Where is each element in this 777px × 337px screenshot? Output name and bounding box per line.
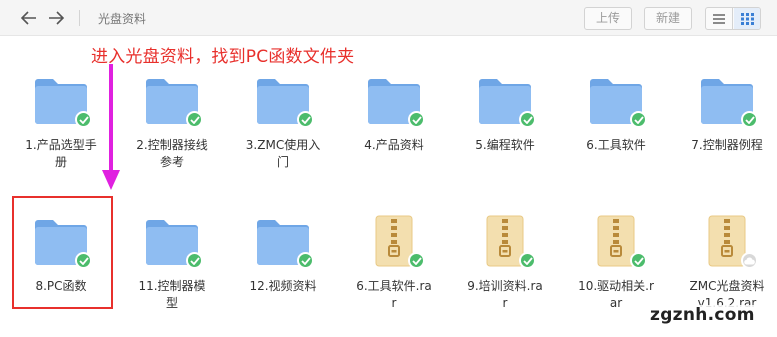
folder-item[interactable]: 5.编程软件 [460,74,550,154]
item-label: 7.控制器例程 [691,138,763,152]
highlight-box [12,196,113,309]
sync-check-icon [297,111,314,128]
sync-check-icon [297,252,314,269]
sync-check-icon [186,111,203,128]
archive-item[interactable]: 9.培训资料.rar [460,215,550,312]
grid-view-button[interactable] [734,8,760,29]
item-label: 4.产品资料 [364,138,424,152]
folder-item[interactable]: 11.控制器模型 [127,215,217,312]
folder-icon [144,74,203,128]
archive-icon [588,215,647,269]
folder-icon [255,215,314,269]
folder-icon [588,74,647,128]
watermark: zgznh.com [648,305,757,325]
sync-check-icon [186,252,203,269]
archive-item[interactable]: 10.驱动相关.rar [571,215,661,312]
forward-arrow-icon [49,11,65,25]
upload-button[interactable]: 上传 [584,7,632,30]
archive-item[interactable]: ZMC光盘资料v1.6.2.rar [682,215,772,312]
folder-icon [477,74,536,128]
folder-item[interactable]: 7.控制器例程 [682,74,772,154]
sync-check-icon [630,111,647,128]
folder-item[interactable]: 2.控制器接线参考 [127,74,217,171]
back-button[interactable] [17,6,41,30]
breadcrumb[interactable]: 光盘资料 [98,10,146,27]
forward-button[interactable] [44,6,68,30]
sync-check-icon [75,111,92,128]
toolbar: 光盘资料 上传 新建 [0,0,777,36]
annotation-text: 进入光盘资料，找到PC函数文件夹 [91,47,355,67]
folder-icon [33,74,92,128]
folder-icon [366,74,425,128]
folder-item[interactable]: 12.视频资料 [238,215,328,295]
back-arrow-icon [20,11,36,25]
cloud-status-icon [741,252,758,269]
sync-check-icon [519,252,536,269]
new-folder-button[interactable]: 新建 [644,7,692,30]
view-toggle [705,7,761,30]
sync-check-icon [408,252,425,269]
item-label: 6.工具软件.rar [356,279,432,310]
item-label: 9.培训资料.rar [467,279,543,310]
archive-item[interactable]: 6.工具软件.rar [349,215,439,312]
item-label: 12.视频资料 [249,279,317,293]
item-label: 1.产品选型手册 [25,138,97,169]
list-view-icon [713,13,725,24]
sync-check-icon [408,111,425,128]
folder-item[interactable]: 1.产品选型手册 [16,74,106,171]
item-label: 2.控制器接线参考 [136,138,208,169]
item-label: 3.ZMC使用入门 [245,138,321,169]
folder-item[interactable]: 6.工具软件 [571,74,661,154]
archive-icon [366,215,425,269]
archive-icon [477,215,536,269]
grid-view-icon [740,12,754,25]
folder-item[interactable]: 4.产品资料 [349,74,439,154]
sync-check-icon [630,252,647,269]
list-view-button[interactable] [706,8,733,29]
archive-icon [699,215,758,269]
item-label: 6.工具软件 [586,138,646,152]
item-label: 5.编程软件 [475,138,535,152]
folder-item[interactable]: 3.ZMC使用入门 [238,74,328,171]
folder-icon [255,74,314,128]
sync-check-icon [741,111,758,128]
sync-check-icon [519,111,536,128]
folder-icon [699,74,758,128]
folder-icon [144,215,203,269]
breadcrumb-divider [79,10,80,26]
item-label: 11.控制器模型 [138,279,206,310]
